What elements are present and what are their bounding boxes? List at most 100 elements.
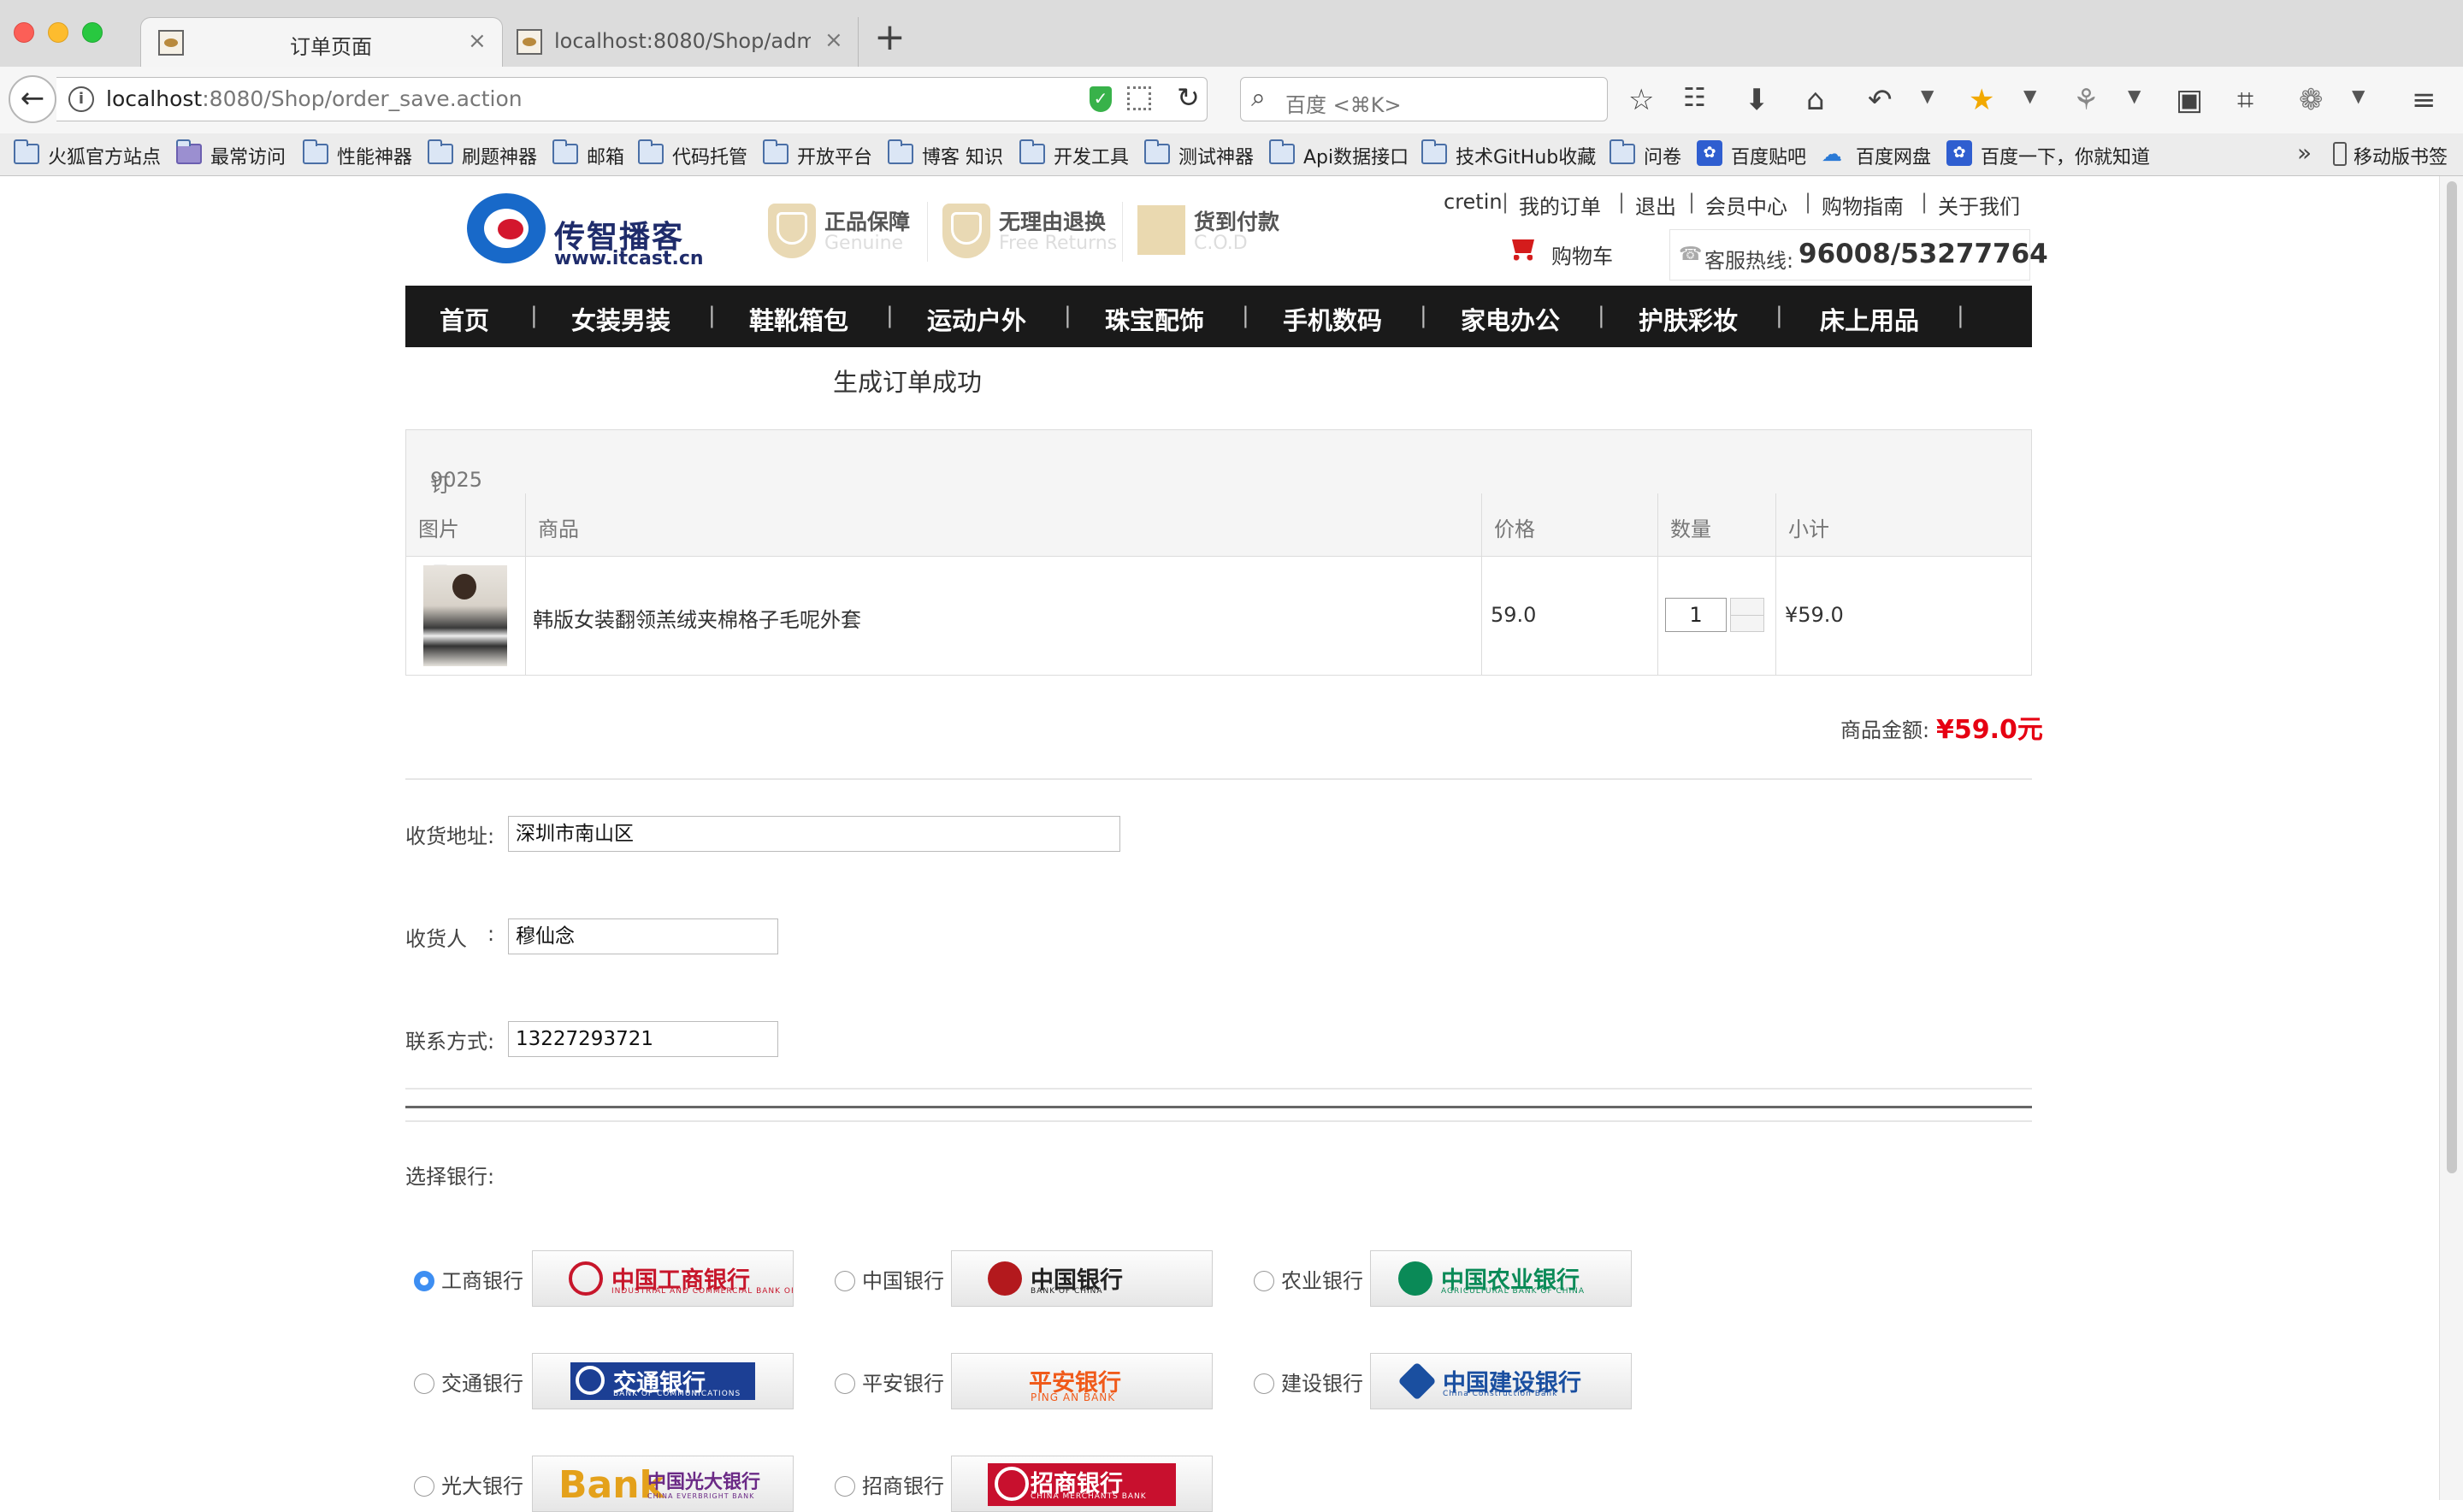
shopping-guide-link[interactable]: 购物指南: [1822, 190, 1904, 220]
bank-logo-pingan[interactable]: 平安银行 PING AN BANK: [951, 1353, 1213, 1409]
username-link[interactable]: cretin: [1444, 190, 1503, 214]
tab-close-icon[interactable]: ×: [824, 27, 843, 53]
shopping-cart-icon[interactable]: [1509, 236, 1538, 262]
member-center-link[interactable]: 会员中心: [1705, 190, 1787, 220]
abc-logo-icon: 中国农业银行 AGRICULTURAL BANK OF CHINA: [1398, 1260, 1586, 1297]
radio-bocom[interactable]: [414, 1373, 434, 1394]
order-table: 订单编号: 9025 图片 商品 价格 数量 小计 韩版女装翻领羔绒夹棉格子毛呢…: [405, 429, 2032, 676]
pingan-logo-icon: 平安银行 PING AN BANK: [1029, 1370, 1121, 1403]
menu-item-fashion[interactable]: 女装男装: [571, 301, 670, 337]
about-us-link[interactable]: 关于我们: [1938, 190, 2020, 220]
menu-item-jewelry[interactable]: 珠宝配饰: [1105, 301, 1204, 337]
tab-order-page[interactable]: 订单页面 ×: [140, 17, 503, 67]
radio-icbc[interactable]: [414, 1271, 434, 1291]
my-orders-link[interactable]: 我的订单: [1519, 190, 1601, 220]
bank-name[interactable]: 交通银行: [441, 1367, 523, 1397]
translate-extension-icon[interactable]: ⚘: [2073, 86, 2099, 115]
itcast-logo-icon[interactable]: [467, 193, 546, 263]
bank-name[interactable]: 平安银行: [862, 1367, 944, 1397]
reading-list-icon[interactable]: ☷: [1683, 86, 1706, 111]
spider-extension-icon[interactable]: ❁: [2299, 86, 2324, 115]
spider-dropdown-icon[interactable]: ▼: [2352, 86, 2365, 106]
phone-label: 联系方式:: [405, 1030, 495, 1054]
undo-dropdown-icon[interactable]: ▼: [1921, 86, 1934, 106]
logout-link[interactable]: 退出: [1635, 190, 1676, 220]
receiver-input[interactable]: 穆仙念: [508, 918, 778, 954]
bank-name[interactable]: 建设银行: [1281, 1367, 1363, 1397]
bank-logo-ceb[interactable]: Bank 中国光大银行 CHINA EVERBRIGHT BANK: [532, 1456, 794, 1512]
radio-pingan[interactable]: [835, 1373, 855, 1394]
menu-item-bedding[interactable]: 床上用品: [1820, 301, 1919, 337]
menu-separator: |: [1064, 303, 1072, 328]
new-tab-button[interactable]: +: [874, 19, 906, 56]
bank-name[interactable]: 农业银行: [1281, 1264, 1363, 1294]
boc-logo-icon: 中国银行 BANK OF CHINA: [988, 1260, 1176, 1297]
boc-mark-icon: [988, 1261, 1022, 1296]
radio-cmb[interactable]: [835, 1476, 855, 1497]
bookmark-star-icon[interactable]: ☆: [1628, 86, 1654, 115]
scrollbar-thumb[interactable]: [2447, 181, 2457, 1173]
quantity-stepper[interactable]: [1730, 598, 1764, 632]
radio-ccb[interactable]: [1254, 1373, 1274, 1394]
phone-input[interactable]: 13227293721: [508, 1021, 778, 1057]
bank-logo-cmb[interactable]: 招商银行 CHINA MERCHANTS BANK: [951, 1456, 1213, 1512]
price-cell: 59.0: [1482, 557, 1658, 675]
hamburger-menu-icon[interactable]: ≡: [2412, 86, 2436, 115]
menu-item-sports[interactable]: 运动户外: [927, 301, 1026, 337]
maximize-window-button[interactable]: [82, 22, 103, 43]
bank-name[interactable]: 工商银行: [441, 1264, 523, 1294]
icbc-mark-icon: [569, 1261, 603, 1296]
ceb-logo-icon: Bank 中国光大银行 CHINA EVERBRIGHT BANK: [558, 1463, 761, 1507]
radio-abc[interactable]: [1254, 1271, 1274, 1291]
product-price: 59.0: [1491, 603, 1537, 627]
reload-icon[interactable]: ↻: [1177, 81, 1200, 114]
bank-name[interactable]: 中国银行: [862, 1264, 944, 1294]
bank-name[interactable]: 招商银行: [862, 1469, 944, 1499]
menu-item-appliances[interactable]: 家电办公: [1461, 301, 1560, 337]
menu-item-digital[interactable]: 手机数码: [1283, 301, 1382, 337]
bank-logo-icbc[interactable]: 中国工商银行 INDUSTRIAL AND COMMERCIAL BANK OF…: [532, 1250, 794, 1307]
url-bar[interactable]: i localhost:8080/Shop/order_save.action …: [56, 77, 1208, 121]
quantity-input[interactable]: 1: [1665, 598, 1727, 632]
translate-dropdown-icon[interactable]: ▼: [2128, 86, 2141, 106]
close-window-button[interactable]: [14, 22, 34, 43]
link-separator: |: [1804, 190, 1812, 214]
security-shield-icon[interactable]: ✓: [1090, 86, 1112, 112]
tab-admin[interactable]: localhost:8080/Shop/admin/i ×: [506, 17, 859, 67]
tab-close-icon[interactable]: ×: [468, 28, 487, 54]
site-info-icon[interactable]: i: [68, 86, 94, 112]
folder-icon: [1144, 139, 1170, 164]
download-icon[interactable]: ⬇: [1745, 86, 1769, 115]
cart-link[interactable]: 购物车: [1551, 239, 1613, 269]
bank-logo-bocom[interactable]: 交通银行 BANK OF COMMUNICATIONS: [532, 1353, 794, 1409]
menu-item-cosmetics[interactable]: 护肤彩妆: [1639, 301, 1738, 337]
url-text[interactable]: localhost:8080/Shop/order_save.action: [106, 86, 523, 111]
product-name-cell: 韩版女装翻领羔绒夹棉格子毛呢外套: [526, 557, 1482, 675]
vertical-scrollbar[interactable]: [2439, 176, 2463, 1500]
link-separator: |: [1688, 190, 1696, 214]
train-icon[interactable]: ▣: [2176, 86, 2203, 115]
menu-item-shoes-bags[interactable]: 鞋靴箱包: [749, 301, 848, 337]
menu-item-home[interactable]: 首页: [440, 301, 489, 337]
extension-dropdown-icon[interactable]: ▼: [2023, 86, 2036, 106]
product-image[interactable]: [423, 565, 507, 666]
radio-ceb[interactable]: [414, 1476, 434, 1497]
bank-logo-ccb[interactable]: 中国建设银行 China Construction Bank: [1370, 1353, 1632, 1409]
favorite-extension-icon[interactable]: ★: [1969, 86, 1994, 115]
home-icon[interactable]: ⌂: [1806, 86, 1825, 115]
bank-logo-abc[interactable]: 中国农业银行 AGRICULTURAL BANK OF CHINA: [1370, 1250, 1632, 1307]
crop-icon[interactable]: ⌗: [2237, 86, 2253, 115]
radio-boc[interactable]: [835, 1271, 855, 1291]
search-bar[interactable]: ⌕ 百度 <⌘K>: [1240, 77, 1608, 121]
bookmarks-toolbar: 火狐官方站点 最常访问 性能神器 刷题神器 邮箱 代码托管 开放平台 博客 知识…: [0, 133, 2463, 176]
bank-logo-boc[interactable]: 中国银行 BANK OF CHINA: [951, 1250, 1213, 1307]
bank-name[interactable]: 光大银行: [441, 1469, 523, 1499]
product-name[interactable]: 韩版女装翻领羔绒夹棉格子毛呢外套: [533, 603, 861, 633]
back-button[interactable]: ←: [9, 75, 56, 123]
qr-code-icon[interactable]: [1127, 86, 1151, 110]
minimize-window-button[interactable]: [48, 22, 68, 43]
bookmarks-overflow-icon[interactable]: »: [2297, 139, 2312, 167]
undo-icon[interactable]: ↶: [1868, 86, 1893, 115]
address-input[interactable]: 深圳市南山区: [508, 816, 1120, 852]
column-header: 价格: [1482, 493, 1658, 557]
